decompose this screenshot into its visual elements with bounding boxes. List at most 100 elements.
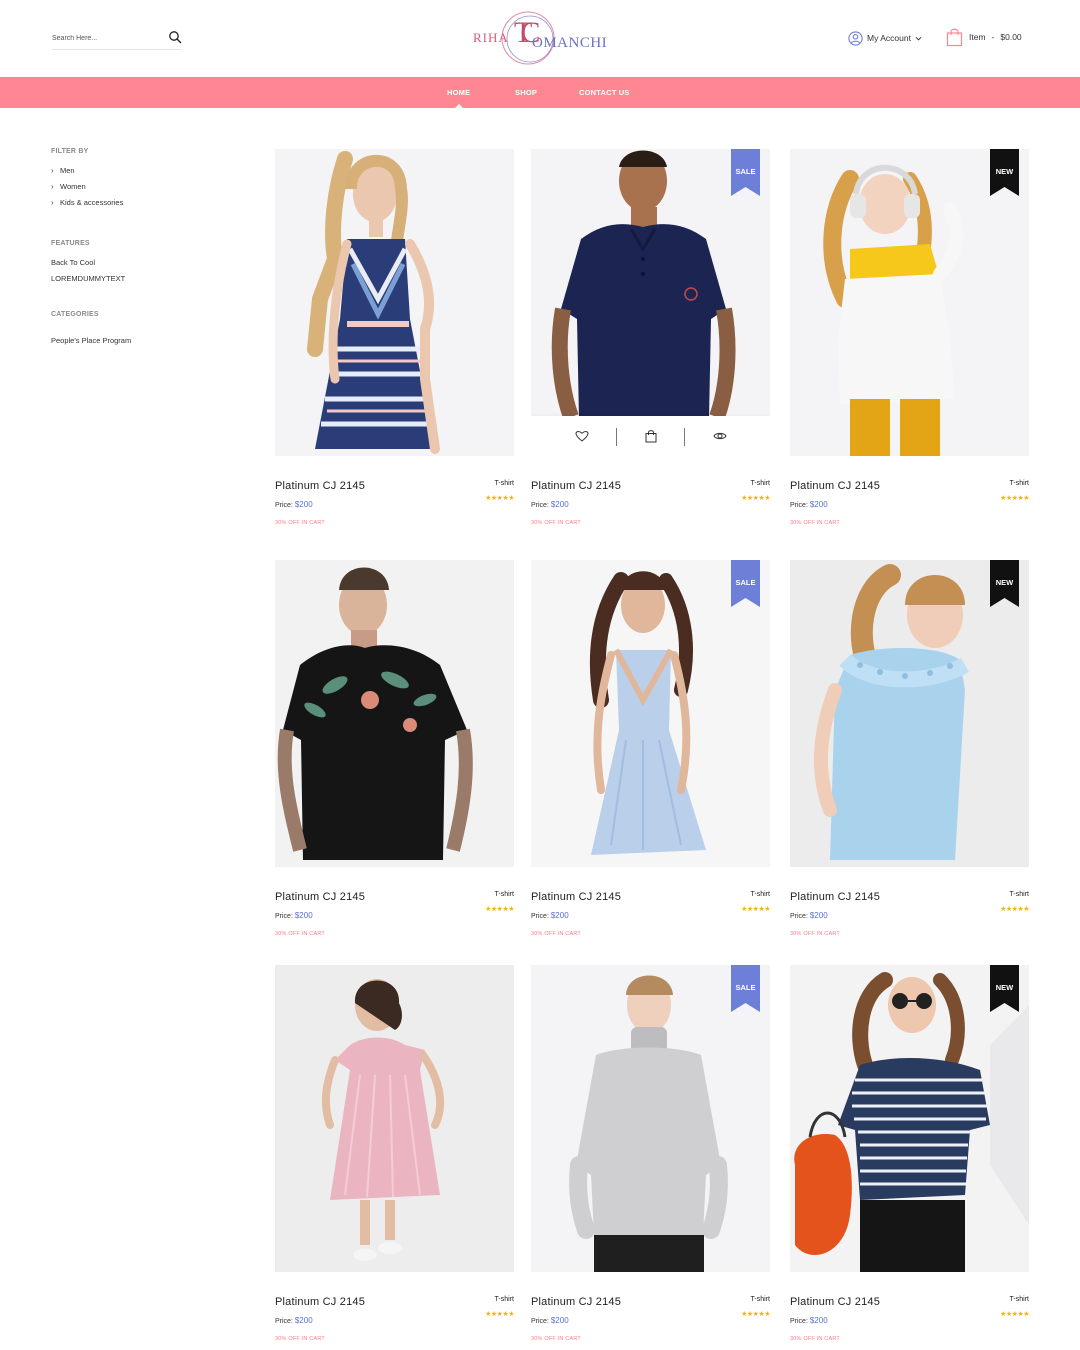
product-title[interactable]: Platinum CJ 2145 [790,480,880,492]
rating-stars: ★★★★★ [741,1311,770,1318]
rating-stars: ★★★★★ [1000,1311,1029,1318]
filter-item-label: Women [60,182,86,191]
bag-icon[interactable] [644,429,658,443]
wishlist-icon[interactable] [575,429,589,443]
sale-badge: SALE [731,149,760,196]
rating-stars: ★★★★★ [1000,906,1029,913]
features-heading: FEATURES [51,240,90,247]
product-type: T-shirt [494,1296,514,1303]
filter-item-label: Kids & accessories [60,198,124,207]
product-card[interactable]: Platinum CJ 2145 T-shirt ★★★★★ Price: $2… [275,149,514,534]
product-image[interactable] [275,149,514,456]
badge-text: NEW [995,983,1014,992]
badge-text: SALE [735,578,756,587]
product-card[interactable]: SALE Platinum CJ 2145 T-shirt ★★★★★ Pric… [531,965,770,1350]
product-image[interactable] [275,965,514,1272]
cart-separator: - [991,32,995,42]
product-type: T-shirt [1009,1296,1029,1303]
cart-summary[interactable]: Item - $0.00 [946,26,1022,48]
product-price: Price: $200 [790,500,828,509]
price-value: $200 [550,1316,569,1325]
product-photo-man-floral-tshirt [275,560,514,867]
product-card[interactable]: NEW Platinum CJ 2145 T-shirt ★★★★★ Price… [790,965,1029,1350]
rating-stars: ★★★★★ [485,906,514,913]
nav-shop[interactable]: SHOP [515,88,537,97]
price-label: Price: [531,913,549,920]
my-account-menu[interactable]: My Account [848,30,922,46]
price-label: Price: [531,502,549,509]
feature-item-back-to-cool[interactable]: Back To Cool [51,258,95,267]
rating-stars: ★★★★★ [485,1311,514,1318]
price-label: Price: [790,913,808,920]
product-type: T-shirt [494,891,514,898]
nav-home[interactable]: HOME [447,88,470,97]
cart-total: $0.00 [1000,32,1022,42]
product-title[interactable]: Platinum CJ 2145 [275,891,365,903]
offer-text: 30% OFF IN CART [275,931,325,937]
filter-item-label: Men [60,166,75,175]
product-image[interactable]: SALE [531,965,770,1272]
filter-item-kids[interactable]: › Kids & accessories [51,198,123,207]
product-image[interactable]: SALE [531,149,770,456]
price-label: Price: [275,502,293,509]
feature-item-loremdummytext[interactable]: LOREMDUMMYTEXT [51,274,125,283]
product-image[interactable] [275,560,514,867]
product-photo-girl-pink-dress [275,965,514,1272]
product-image[interactable]: NEW [790,560,1029,867]
product-price: Price: $200 [790,1316,828,1325]
product-title[interactable]: Platinum CJ 2145 [275,480,365,492]
search-input[interactable] [52,30,160,46]
product-type: T-shirt [750,480,770,487]
search-icon[interactable] [168,30,182,44]
product-photo-woman-striped-dress [275,149,514,456]
product-title[interactable]: Platinum CJ 2145 [275,1296,365,1308]
rating-stars: ★★★★★ [485,495,514,502]
price-value: $200 [809,911,828,920]
user-icon [848,30,863,46]
offer-text: 30% OFF IN CART [790,1336,840,1342]
chevron-right-icon: › [51,166,54,175]
product-title[interactable]: Platinum CJ 2145 [790,891,880,903]
product-image[interactable]: NEW [790,149,1029,456]
offer-text: 30% OFF IN CART [790,931,840,937]
product-price: Price: $200 [275,911,313,920]
filter-item-women[interactable]: › Women [51,182,86,191]
price-label: Price: [275,913,293,920]
category-item-peoples-place[interactable]: People's Place Program [51,336,131,345]
filter-item-men[interactable]: › Men [51,166,75,175]
cart-item-label: Item [969,32,986,42]
price-label: Price: [275,1318,293,1325]
product-card[interactable]: NEW Platinum CJ 2145 T-shirt ★★★★★ Price… [790,149,1029,534]
site-logo[interactable]: RIHA TC OMANCHI [470,10,610,68]
my-account-label: My Account [867,33,911,43]
main-nav: HOME SHOP CONTACT US [0,77,1080,108]
rating-stars: ★★★★★ [741,906,770,913]
offer-text: 30% OFF IN CART [275,520,325,526]
eye-icon[interactable] [713,429,727,443]
product-card[interactable]: Platinum CJ 2145 T-shirt ★★★★★ Price: $2… [275,560,514,945]
badge-text: NEW [995,167,1014,176]
chevron-right-icon: › [51,182,54,191]
logo-right-text: OMANCHI [532,35,608,51]
product-title[interactable]: Platinum CJ 2145 [531,480,621,492]
product-title[interactable]: Platinum CJ 2145 [531,891,621,903]
product-image[interactable]: NEW [790,965,1029,1272]
offer-text: 30% OFF IN CART [531,1336,581,1342]
product-card[interactable]: Platinum CJ 2145 T-shirt ★★★★★ Price: $2… [275,965,514,1350]
product-card[interactable]: NEW Platinum CJ 2145 T-shirt ★★★★★ Price… [790,560,1029,945]
product-card[interactable]: SALE Platinum CJ 2145 T-shirt ★★★★★ Pric… [531,149,770,534]
shopping-bag-icon [946,28,963,47]
product-title[interactable]: Platinum CJ 2145 [531,1296,621,1308]
product-title[interactable]: Platinum CJ 2145 [790,1296,880,1308]
product-image[interactable]: SALE [531,560,770,867]
nav-active-indicator [455,104,463,108]
logo-left-text: RIHA [473,30,509,45]
product-card[interactable]: SALE Platinum CJ 2145 T-shirt ★★★★★ Pric… [531,560,770,945]
offer-text: 30% OFF IN CART [275,1336,325,1342]
product-price: Price: $200 [531,911,569,920]
product-price: Price: $200 [531,1316,569,1325]
quick-divider [616,428,617,446]
site-header: RIHA TC OMANCHI My Account Item - $0.00 [0,0,1080,76]
nav-contact-us[interactable]: CONTACT US [579,88,630,97]
product-type: T-shirt [1009,480,1029,487]
